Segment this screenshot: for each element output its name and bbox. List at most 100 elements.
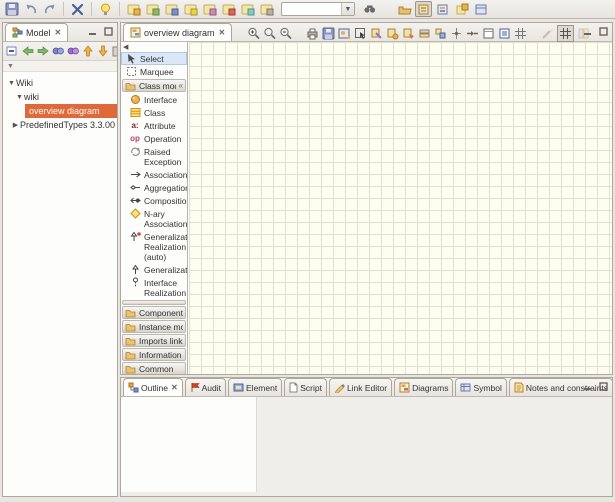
palette-drawer-information-flow[interactable]: Information Flo...: [122, 348, 186, 361]
palette-tool-operation[interactable]: op Operation: [121, 132, 187, 145]
analyst-perspective-icon[interactable]: [472, 1, 489, 17]
save-diagram-icon[interactable]: [322, 27, 335, 40]
redo-icon[interactable]: [41, 1, 58, 17]
diagram-canvas[interactable]: [189, 42, 612, 374]
tree-item-wiki-package[interactable]: ▼ wiki: [3, 90, 117, 104]
create-element-icon-6[interactable]: [220, 1, 237, 17]
palette-tool-marquee[interactable]: Marquee: [121, 65, 187, 78]
palette-drawer-class-model[interactable]: Class model «: [122, 79, 186, 92]
related-elements-icon[interactable]: [52, 45, 64, 57]
maximize-icon[interactable]: [598, 26, 609, 36]
collapse-all-icon[interactable]: [6, 45, 19, 57]
align-icon[interactable]: [450, 27, 463, 40]
close-icon[interactable]: ✕: [218, 28, 226, 37]
palette-tool-generalization[interactable]: Generalization: [121, 263, 187, 276]
free-bendpoint-icon[interactable]: [541, 27, 554, 40]
model-tab[interactable]: Model ✕: [5, 23, 68, 41]
palette-tool-attribute[interactable]: a: Attribute: [121, 119, 187, 132]
create-element-icon-4[interactable]: [182, 1, 199, 17]
create-element-icon-8[interactable]: [258, 1, 275, 17]
link-editor-nav-icon[interactable]: [112, 45, 117, 57]
tab-diagrams[interactable]: Diagrams: [394, 378, 453, 396]
expanded-arrow-icon[interactable]: ▼: [7, 80, 16, 87]
maximize-icon[interactable]: [598, 381, 609, 391]
save-icon[interactable]: [3, 1, 20, 17]
smart-hint-icon[interactable]: [97, 1, 114, 17]
selection-mode-icon[interactable]: [354, 27, 367, 40]
create-element-icon-7[interactable]: [239, 1, 256, 17]
palette-tool-aggregation[interactable]: Aggregation: [121, 181, 187, 194]
palette-tool-raised-exception[interactable]: Raised Exception: [121, 145, 187, 168]
fit-to-page-icon[interactable]: [498, 27, 511, 40]
search-combo[interactable]: ▼: [281, 2, 355, 16]
palette-collapse-arrow-icon[interactable]: ◀: [121, 42, 187, 52]
overview-diagram-tab[interactable]: overview diagram ✕: [123, 23, 232, 41]
snap-to-grid-icon[interactable]: [557, 25, 574, 42]
selected-row-highlight[interactable]: overview diagram: [25, 104, 117, 118]
appearance-editor-icon[interactable]: [434, 27, 447, 40]
palette-drawer-clipped[interactable]: [122, 300, 186, 305]
default-appearance-icon[interactable]: [402, 27, 415, 40]
minimize-icon[interactable]: [87, 26, 98, 36]
lock-appearance-icon[interactable]: [418, 27, 431, 40]
minimize-icon[interactable]: [582, 381, 593, 391]
combo-dropdown-arrow-icon[interactable]: ▼: [341, 3, 354, 15]
navigate-forward-icon[interactable]: [37, 45, 49, 57]
view-menu-icon[interactable]: ▼: [7, 63, 14, 70]
tree-item-overview-diagram[interactable]: overview diagram: [3, 104, 117, 118]
export-image-icon[interactable]: [338, 27, 351, 40]
palette-tool-nary-association[interactable]: N-ary Association: [121, 207, 187, 230]
tree-item-wiki-project[interactable]: ▼ Wiki: [3, 76, 117, 90]
create-element-icon-1[interactable]: [125, 1, 142, 17]
tab-element[interactable]: Element: [228, 378, 282, 396]
expanded-arrow-icon[interactable]: ▼: [15, 94, 24, 101]
close-icon[interactable]: ✕: [54, 28, 62, 37]
copy-appearance-icon[interactable]: [370, 27, 383, 40]
zoom-in-icon[interactable]: [247, 27, 260, 40]
model-perspective-icon[interactable]: [415, 1, 432, 17]
palette-tool-interface-realization[interactable]: Interface Realization: [121, 276, 187, 299]
palette-drawer-instance-model[interactable]: Instance model: [122, 320, 186, 333]
page-mode-icon[interactable]: [482, 27, 495, 40]
palette-tool-generalization-realization-auto[interactable]: Generalizatio... Realization (auto): [121, 230, 187, 263]
move-down-icon[interactable]: [97, 45, 109, 57]
maximize-icon[interactable]: [103, 26, 114, 36]
drawer-pin-icon[interactable]: «: [179, 81, 183, 90]
move-up-icon[interactable]: [82, 45, 94, 57]
tab-outline[interactable]: Outline ✕: [123, 378, 183, 396]
create-element-icon-2[interactable]: [144, 1, 161, 17]
outline-view-content[interactable]: [121, 397, 257, 492]
palette-tool-class[interactable]: Class: [121, 106, 187, 119]
palette-drawer-imports-links[interactable]: Imports links: [122, 334, 186, 347]
palette-drawer-component-model[interactable]: Component mo...: [122, 306, 186, 319]
palette-tool-association[interactable]: Association: [121, 168, 187, 181]
zoom-original-icon[interactable]: [263, 27, 276, 40]
palette-tool-composition[interactable]: Composition: [121, 194, 187, 207]
diagram-perspective-icon[interactable]: [434, 1, 451, 17]
delete-icon[interactable]: [69, 1, 86, 17]
tab-link-editor[interactable]: Link Editor: [329, 378, 392, 396]
distribute-icon[interactable]: [466, 27, 479, 40]
zoom-out-icon[interactable]: [279, 27, 292, 40]
undo-icon[interactable]: [22, 1, 39, 17]
palette-drawer-common[interactable]: Common: [122, 362, 186, 374]
tab-audit[interactable]: Audit: [185, 378, 226, 396]
open-perspective-icon[interactable]: [396, 1, 413, 17]
create-element-icon-5[interactable]: [201, 1, 218, 17]
palette-tool-select[interactable]: Select: [121, 52, 187, 65]
collapsed-arrow-icon[interactable]: ▶: [11, 121, 20, 129]
print-icon[interactable]: [306, 27, 319, 40]
close-icon[interactable]: ✕: [170, 383, 178, 392]
palette-tool-interface[interactable]: Interface: [121, 93, 187, 106]
inheritance-links-icon[interactable]: [67, 45, 79, 57]
tree-item-predefined-types[interactable]: ▶ PredefinedTypes 3.3.00: [3, 118, 117, 132]
development-perspective-icon[interactable]: [453, 1, 470, 17]
show-grid-icon[interactable]: [514, 27, 527, 40]
create-element-icon-3[interactable]: [163, 1, 180, 17]
tab-symbol[interactable]: Symbol: [455, 378, 506, 396]
minimize-icon[interactable]: [582, 26, 593, 36]
tab-script[interactable]: Script: [284, 378, 327, 396]
search-icon[interactable]: [361, 1, 378, 17]
navigate-back-icon[interactable]: [22, 45, 34, 57]
paste-appearance-icon[interactable]: [386, 27, 399, 40]
